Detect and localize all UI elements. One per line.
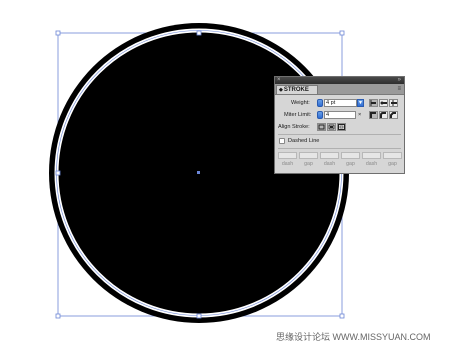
handle-middle-left (55, 170, 61, 176)
site-watermark: 思缘设计论坛 WWW.MISSYUAN.COM (276, 332, 431, 342)
join-round-button[interactable] (379, 111, 388, 119)
dash-field-1[interactable] (278, 152, 297, 159)
close-icon[interactable]: × (277, 76, 281, 84)
artboard[interactable] (0, 0, 450, 352)
gap-label-3: gap (388, 161, 397, 167)
tab-stroke[interactable]: ◆STROKE (276, 85, 318, 94)
join-miter-button[interactable] (369, 111, 378, 119)
weight-label: Weight: (291, 100, 310, 106)
miter-limit-label: Miter Limit: (284, 112, 312, 118)
dash-field-2[interactable] (320, 152, 339, 159)
handle-bottom-right (339, 313, 345, 319)
stroke-panel: × » ◆STROKE ≡ Weight: 4 pt ▼ Miter Limit… (274, 76, 405, 174)
gap-field-3[interactable] (383, 152, 402, 159)
miter-join-icon (370, 112, 376, 118)
projecting-cap-icon (391, 100, 397, 106)
handle-top-left (55, 30, 61, 36)
tab-expand-icon[interactable]: ◆ (279, 87, 283, 93)
miter-stepper[interactable] (317, 111, 323, 119)
handle-bottom-left (55, 313, 61, 319)
miter-multiplier: × (358, 112, 362, 118)
tab-stroke-label: STROKE (283, 87, 309, 93)
butt-cap-icon (370, 100, 376, 106)
align-center-icon (318, 124, 325, 130)
dash-field-3[interactable] (362, 152, 381, 159)
weight-stepper[interactable] (317, 99, 323, 107)
dash-label-3: dash (365, 161, 378, 167)
dashed-divider (278, 148, 401, 149)
bevel-join-icon (390, 112, 396, 118)
miter-limit-field[interactable]: 4 (324, 111, 356, 119)
align-outside-icon (338, 124, 345, 130)
align-center-button[interactable] (317, 123, 326, 131)
join-bevel-button[interactable] (389, 111, 398, 119)
cap-round-button[interactable] (379, 99, 388, 107)
dash-label-2: dash (323, 161, 336, 167)
handle-bottom-center (196, 313, 202, 319)
panel-menu-icon[interactable]: ≡ (397, 85, 401, 93)
panel-divider (278, 134, 401, 135)
weight-field[interactable]: 4 pt (324, 99, 357, 107)
panel-tabbar: ◆STROKE ≡ (275, 84, 404, 95)
cap-butt-button[interactable] (369, 99, 378, 107)
align-inside-icon (328, 124, 335, 130)
gap-field-2[interactable] (341, 152, 360, 159)
weight-dropdown-button[interactable]: ▼ (357, 99, 364, 107)
collapse-icon[interactable]: » (398, 77, 401, 84)
round-cap-icon (380, 101, 387, 105)
handle-top-center (196, 30, 202, 36)
dashed-line-label: Dashed Line (288, 138, 320, 144)
dash-label-1: dash (281, 161, 294, 167)
gap-label-2: gap (346, 161, 355, 167)
gap-label-1: gap (304, 161, 313, 167)
center-point (197, 171, 200, 174)
cap-projecting-button[interactable] (389, 99, 398, 107)
align-stroke-label: Align Stroke: (278, 124, 310, 130)
align-outside-button[interactable] (337, 123, 346, 131)
round-join-icon (380, 112, 386, 118)
dashed-line-checkbox[interactable] (279, 138, 285, 144)
handle-top-right (339, 30, 345, 36)
align-inside-button[interactable] (327, 123, 336, 131)
panel-titlebar[interactable]: × » (275, 77, 404, 84)
gap-field-1[interactable] (299, 152, 318, 159)
